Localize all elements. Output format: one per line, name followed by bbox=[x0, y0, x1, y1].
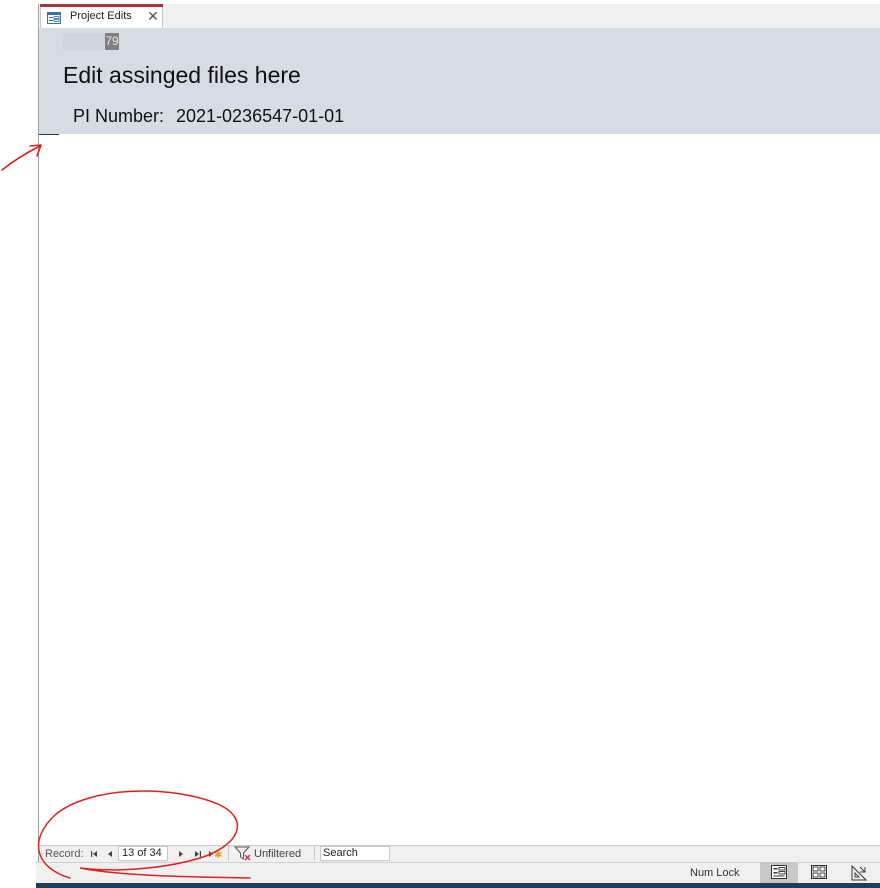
num-lock-indicator: Num Lock bbox=[690, 867, 740, 879]
previous-record-icon[interactable] bbox=[104, 848, 116, 860]
first-record-icon[interactable] bbox=[88, 848, 100, 860]
taskbar-edge bbox=[36, 883, 880, 888]
navigator-separator bbox=[228, 846, 229, 861]
new-record-icon[interactable]: ✱ bbox=[208, 848, 222, 861]
design-view-icon bbox=[851, 865, 867, 881]
form-view-icon bbox=[771, 865, 787, 879]
form-icon bbox=[47, 11, 61, 24]
next-record-icon[interactable] bbox=[175, 848, 187, 860]
filter-status[interactable]: Unfiltered bbox=[254, 848, 301, 860]
layout-view-button[interactable] bbox=[800, 862, 838, 883]
record-position-input[interactable]: 13 of 34 bbox=[118, 846, 168, 861]
form-detail-section[interactable] bbox=[39, 135, 880, 845]
filter-icon[interactable] bbox=[233, 846, 252, 861]
form-view-button[interactable] bbox=[760, 862, 798, 883]
tab-label: Project Edits bbox=[70, 10, 132, 22]
design-view-button[interactable] bbox=[840, 862, 878, 883]
tab-project-edits[interactable]: Project Edits ✕ bbox=[40, 4, 163, 28]
id-field[interactable]: 79 bbox=[105, 33, 119, 50]
svg-text:✱: ✱ bbox=[214, 850, 222, 860]
last-record-icon[interactable] bbox=[192, 848, 204, 860]
search-input[interactable]: Search bbox=[320, 846, 390, 861]
layout-view-icon bbox=[811, 865, 827, 879]
document-tab-strip bbox=[39, 4, 880, 29]
close-icon[interactable]: ✕ bbox=[146, 9, 160, 23]
form-title: Edit assinged files here bbox=[63, 62, 301, 88]
annotation-arrow bbox=[1, 145, 41, 171]
pi-number-value[interactable]: 2021-0236547-01-01 bbox=[176, 106, 344, 127]
status-bar bbox=[36, 862, 880, 884]
pi-number-label: PI Number: bbox=[73, 106, 165, 126]
navigator-separator bbox=[314, 846, 315, 861]
record-label: Record: bbox=[45, 848, 84, 860]
